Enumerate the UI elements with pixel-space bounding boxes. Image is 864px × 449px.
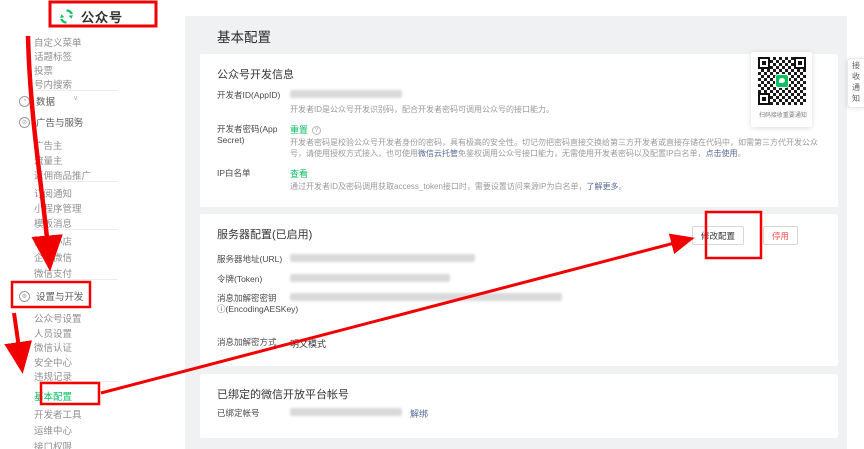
qr-caption: 扫码接收重要通知 [759,109,804,118]
sidebar-item-template-msg[interactable]: 模板消息 [34,216,72,230]
dev-info-card: 公众号开发信息 开发者ID(AppID) 开发者ID是公众号开发识别码，配合开发… [200,54,838,207]
sidebar-item-search[interactable]: 号内搜索 [34,77,72,91]
sidebar-item-commission[interactable]: 返佣商品推广 [34,168,91,182]
appsecret-reset-row: 重置? [290,123,321,136]
notify-qr-widget: 扫码接收重要通知 [751,52,812,127]
sidebar-item-wechat-store[interactable]: 微信小店 [34,234,72,248]
chevron-up-icon[interactable] [73,289,78,297]
chevron-down-icon[interactable] [73,94,78,102]
sidebar-section-data-label: 数据 [36,94,55,108]
qr-finder-icon [758,93,770,105]
view-ip-link[interactable]: 查看 [290,169,308,179]
appsecret-desc-end: 。 [738,149,746,158]
qr-finder-icon [794,57,806,69]
wechat-mp-basic-config-page: 公众号 自定义菜单 话题标签 投票 号内搜索 ◔ 数据 ⊘ 广告与服务 广告主 … [0,0,864,449]
encrypt-mode-value: 明文模式 [290,337,326,350]
ip-whitelist-desc: 通过开发者ID及密码调用获取access_token接口时，需要设置访问来源IP… [290,181,820,192]
mp-logo-icon [58,8,75,25]
appsecret-desc-text2: 免鉴权调用公众号接口能力，无需使用开发者密码以及配置IP白名单， [458,149,706,158]
chevron-up-icon[interactable] [73,115,78,123]
sidebar-item-staff-settings[interactable]: 人员设置 [34,326,72,340]
qr-finder-icon [758,57,770,69]
server-url-label: 服务器地址(URL) [217,254,287,265]
encrypt-mode-label: 消息加解密方式 [217,337,297,348]
sidebar-item-api-permission[interactable]: 接口权限 [34,439,72,449]
sidebar-item-basic-config[interactable]: 基本配置 [34,389,72,403]
aes-key-value-redacted [290,293,562,301]
sidebar-divider [33,229,118,230]
sidebar-item-subscribe-notice[interactable]: 订阅通知 [34,186,72,200]
sidebar-item-vote[interactable]: 投票 [34,63,53,77]
info-icon[interactable]: ? [312,126,321,135]
sidebar-section-data[interactable]: ◔ 数据 [19,94,55,108]
mp-logo[interactable]: 公众号 [58,7,123,26]
data-section-icon: ◔ [19,96,30,107]
disable-button[interactable]: 停用 [763,226,798,245]
page-title: 基本配置 [217,26,271,46]
ads-section-icon: ⊘ [19,117,30,128]
click-to-use-link[interactable]: 点击使用 [706,149,738,158]
qr-code [758,57,806,105]
server-config-card: 服务器配置(已启用) 修改配置 停用 服务器地址(URL) 令牌(Token) … [200,214,838,366]
sidebar-item-advertiser[interactable]: 广告主 [34,138,63,152]
appid-label: 开发者ID(AppID) [217,90,287,101]
sidebar-item-ops-center[interactable]: 运维中心 [34,423,72,437]
appid-desc: 开发者ID是公众号开发识别码，配合开发者密码可调用公众号的接口能力。 [290,104,820,115]
appsecret-label: 开发者密码(App Secret) [217,124,287,146]
appid-value-redacted [290,90,402,98]
sidebar-item-topic-tags[interactable]: 话题标签 [34,49,72,63]
sidebar: 公众号 自定义菜单 话题标签 投票 号内搜索 ◔ 数据 ⊘ 广告与服务 广告主 … [0,0,185,449]
learn-more-link[interactable]: 了解更多 [586,182,618,191]
sidebar-divider [33,381,118,382]
wechat-logo-icon [775,74,789,88]
sidebar-item-wechat-pay[interactable]: 微信支付 [34,266,72,280]
gear-icon: ⚙ [19,291,30,302]
server-config-title: 服务器配置(已启用) [217,226,312,242]
unbind-link[interactable]: 解绑 [410,409,428,419]
ip-desc-end: 。 [618,182,626,191]
sidebar-divider [33,181,118,182]
sidebar-item-wecom[interactable]: 企业微信 [34,250,72,264]
cloud-hosting-link[interactable]: 微信云托管 [418,149,458,158]
appsecret-desc: 开发者密码是校验公众号开发者身份的密码，具有极高的安全性。切记勿把密码直接交换给… [290,137,820,159]
sidebar-divider [33,90,118,91]
dev-info-title: 公众号开发信息 [217,66,294,82]
bound-account-value-redacted [290,408,402,416]
sidebar-item-account-settings[interactable]: 公众号设置 [34,311,82,325]
sidebar-item-verification[interactable]: 微信认证 [34,340,72,354]
ip-whitelist-label: IP白名单 [217,168,287,179]
ip-desc-text: 通过开发者ID及密码调用获取access_token接口时，需要设置访问来源IP… [290,182,586,191]
server-url-value-redacted [290,254,475,262]
token-label: 令牌(Token) [217,274,287,285]
mp-logo-label: 公众号 [81,7,123,26]
sidebar-divider [33,279,118,280]
reset-secret-link[interactable]: 重置 [290,125,308,135]
sidebar-item-security-center[interactable]: 安全中心 [34,355,72,369]
token-value-redacted [290,274,450,282]
bound-account-label: 已绑定帐号 [217,408,287,419]
sidebar-item-developer-tools[interactable]: 开发者工具 [34,407,82,421]
modify-config-button[interactable]: 修改配置 [692,226,744,245]
sidebar-item-custom-menu[interactable]: 自定义菜单 [34,35,82,49]
aes-key-label: 消息加解密密钥 ⓘ(EncodingAESKey) [217,293,287,315]
open-platform-title: 已绑定的微信开放平台帐号 [217,386,349,402]
open-platform-card: 已绑定的微信开放平台帐号 已绑定帐号 解绑 [200,374,838,438]
notify-tab[interactable]: 接收通知 [847,58,864,108]
sidebar-item-miniprogram[interactable]: 小程序管理 [34,201,82,215]
sidebar-item-traffic[interactable]: 流量主 [34,153,63,167]
